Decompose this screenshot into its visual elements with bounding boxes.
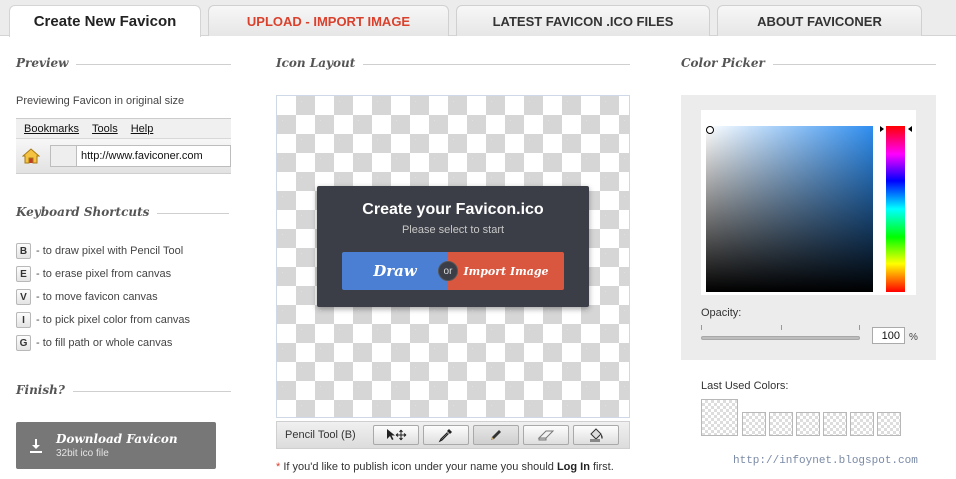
finish-heading-text: Finish? [16,383,65,397]
hue-marker-left-icon[interactable] [880,126,884,132]
tab-bar: Create New Favicon UPLOAD - IMPORT IMAGE… [0,0,956,37]
preview-caption: Previewing Favicon in original size [16,95,185,107]
shortcut-item: G - to fill path or whole canvas [16,335,172,351]
divider [363,64,630,65]
eyedropper-tool-button[interactable] [423,425,469,445]
pencil-tool-button[interactable] [473,425,519,445]
or-separator: or [438,261,458,281]
last-used-color-swatch[interactable] [850,412,874,436]
home-icon [20,146,42,166]
opacity-tick [701,325,702,330]
shortcut-item: B - to draw pixel with Pencil Tool [16,243,183,259]
opacity-slider[interactable] [701,336,860,340]
shortcut-text: - to fill path or whole canvas [36,337,173,349]
tab-about-faviconer[interactable]: ABOUT FAVICONER [717,5,922,36]
start-dialog: Create your Favicon.ico Please select to… [317,186,589,307]
address-url: http://www.faviconer.com [76,145,231,167]
shortcuts-heading: Keyboard Shortcuts [16,205,229,219]
opacity-tick [859,325,860,330]
last-used-color-swatch[interactable] [877,412,901,436]
last-used-color-swatch[interactable] [701,399,738,436]
eraser-icon [537,430,555,441]
pencil-icon [491,430,501,440]
saturation-value-area[interactable] [706,126,873,292]
dialog-title: Create your Favicon.ico [362,201,544,218]
hue-marker-right-icon[interactable] [908,126,912,132]
key-badge: E [16,266,31,282]
opacity-input[interactable]: 100 [872,327,905,344]
move-tool-button[interactable] [373,425,419,445]
hue-slider[interactable] [886,126,905,292]
key-badge: G [16,335,31,351]
note-end: first. [589,461,614,473]
tab-latest-favicon-files[interactable]: LATEST FAVICON .ICO FILES [456,5,710,36]
tool-bar: Pencil Tool (B) [276,421,630,449]
menu-tools: Tools [92,122,118,135]
browser-preview: Bookmarks Tools Help http://www.favicone… [16,118,231,174]
opacity-label: Opacity: [701,307,742,319]
last-used-color-swatch[interactable] [742,412,766,436]
eyedropper-icon [438,429,452,443]
color-picker-heading-text: Color Picker [681,56,765,70]
tab-create-new-favicon[interactable]: Create New Favicon [9,5,201,37]
color-selector-handle[interactable] [706,126,714,134]
menu-help: Help [130,122,154,135]
last-used-color-swatch[interactable] [769,412,793,436]
shortcut-item: E - to erase pixel from canvas [16,266,171,282]
key-badge: V [16,289,31,305]
download-label: Download Favicon [56,432,178,446]
current-tool-label: Pencil Tool (B) [285,429,356,441]
download-favicon-button[interactable]: Download Favicon 32bit ico file [16,422,216,469]
shortcut-text: - to move favicon canvas [36,291,158,303]
shortcut-text: - to pick pixel color from canvas [36,314,191,326]
color-picker-heading: Color Picker [681,56,936,70]
divider [76,64,231,65]
last-used-color-swatch[interactable] [796,412,820,436]
import-image-button[interactable]: Import Image [448,252,564,290]
preview-heading-text: Preview [16,56,69,70]
fill-bucket-icon [590,428,603,442]
opacity-unit: % [909,332,918,343]
finish-heading: Finish? [16,383,231,397]
dialog-subtitle: Please select to start [401,224,505,236]
shortcut-text: - to erase pixel from canvas [36,268,172,280]
login-link[interactable]: Log In [557,461,590,473]
key-badge: I [16,312,31,328]
browser-address-bar: http://www.faviconer.com [16,139,231,174]
move-icon [387,429,407,441]
shortcut-item: V - to move favicon canvas [16,289,158,305]
draw-button[interactable]: Draw [342,252,448,290]
watermark-url: http://infoynet.blogspot.com [733,455,918,467]
shortcuts-heading-text: Keyboard Shortcuts [16,205,150,219]
fill-tool-button[interactable] [573,425,619,445]
shortcut-text: - to draw pixel with Pencil Tool [36,245,184,257]
download-text: Download Favicon 32bit ico file [56,432,178,459]
icon-layout-heading-text: Icon Layout [276,56,356,70]
tab-upload-import-image[interactable]: UPLOAD - IMPORT IMAGE [208,5,449,36]
favicon-preview-slot [50,145,76,167]
note-text: If you'd like to publish icon under your… [280,461,557,473]
last-used-colors-label: Last Used Colors: [701,380,789,392]
icon-layout-heading: Icon Layout [276,56,630,70]
download-icon [16,438,56,454]
eraser-tool-button[interactable] [523,425,569,445]
divider [772,64,936,65]
divider [157,213,229,214]
preview-heading: Preview [16,56,231,70]
browser-menubar: Bookmarks Tools Help [16,119,231,139]
shortcut-item: I - to pick pixel color from canvas [16,312,190,328]
opacity-tick [781,325,782,330]
login-note: * If you'd like to publish icon under yo… [276,461,614,473]
last-used-color-swatch[interactable] [823,412,847,436]
divider [72,391,231,392]
menu-bookmarks: Bookmarks [24,122,80,135]
download-sublabel: 32bit ico file [56,448,109,459]
key-badge: B [16,243,31,259]
